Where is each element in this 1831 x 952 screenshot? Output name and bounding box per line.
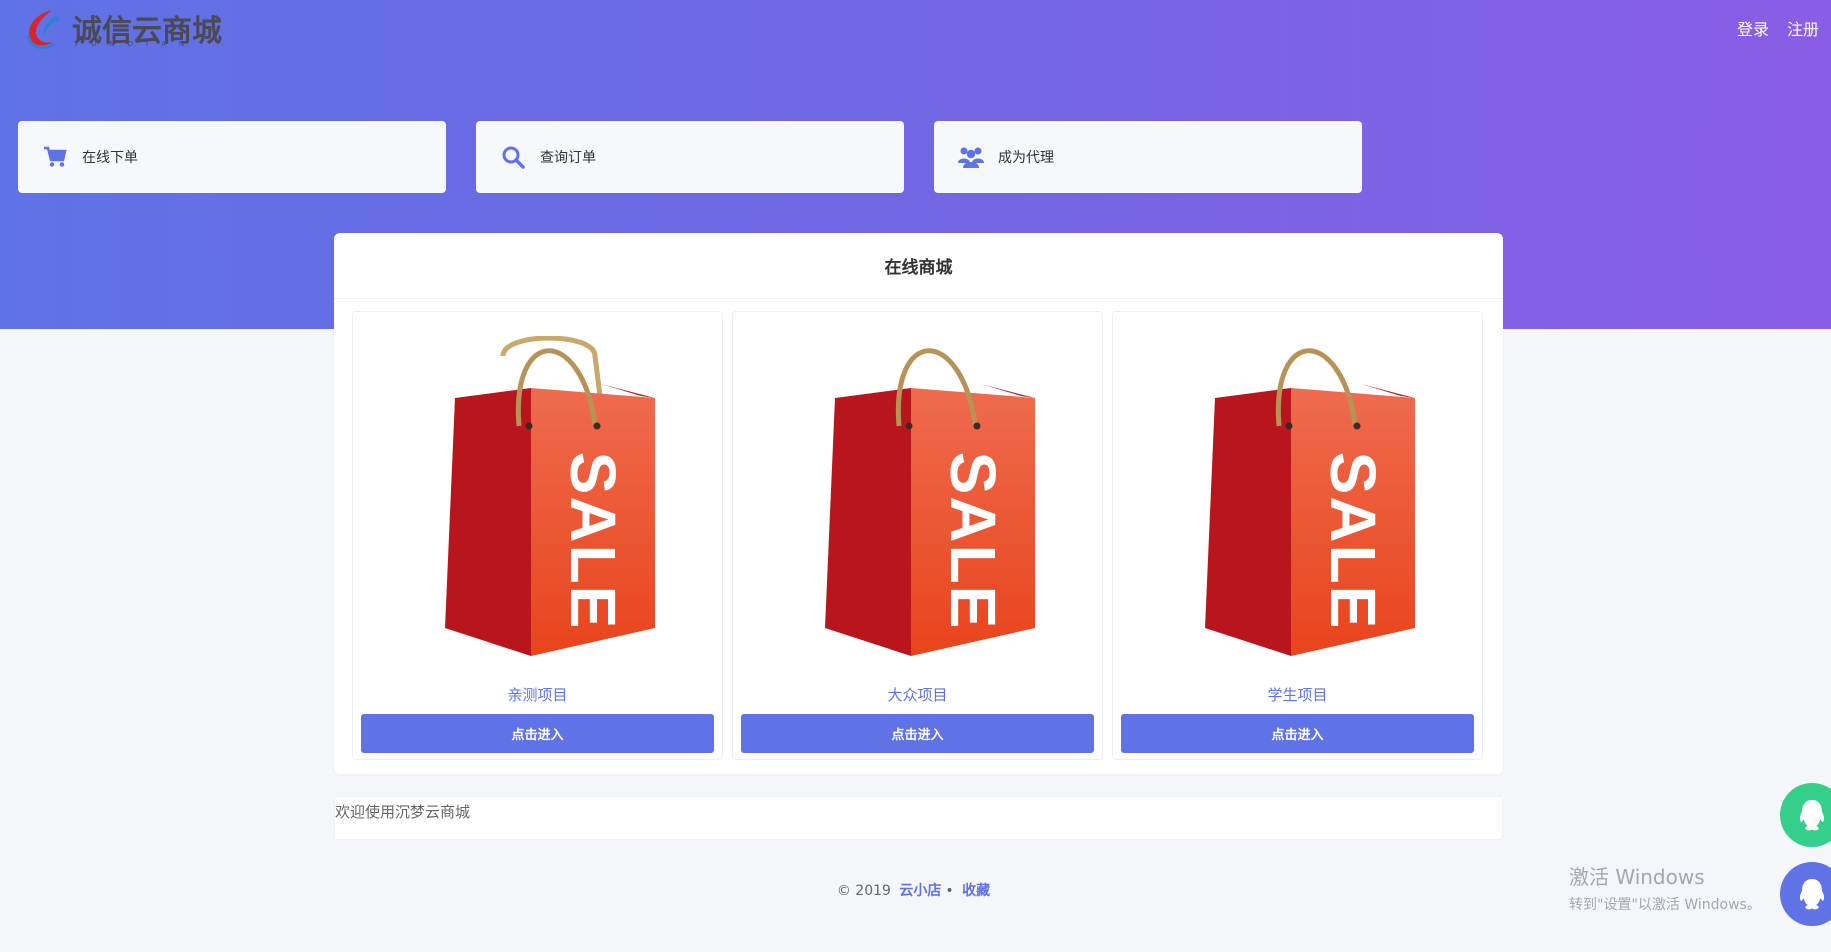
quick-action-label: 成为代理 (998, 150, 1054, 166)
site-logo[interactable]: 诚信云商城 YUNDIAN (22, 4, 222, 50)
windows-activation-watermark: 激活 Windows 转到"设置"以激活 Windows。 (1569, 861, 1761, 914)
enter-button[interactable]: 点击进入 (1121, 714, 1474, 753)
sale-bag-icon[interactable]: SALE (445, 336, 655, 658)
shop-title: 在线商城 (334, 233, 1503, 299)
watermark-subtitle: 转到"设置"以激活 Windows。 (1569, 897, 1761, 913)
register-link[interactable]: 注册 (1787, 16, 1819, 40)
cart-icon (42, 144, 68, 170)
quick-action-query[interactable]: 查询订单 (476, 121, 904, 193)
svg-text:SALE: SALE (1317, 452, 1389, 631)
product-name[interactable]: 大众项目 (733, 684, 1102, 705)
footer: © 2019 云小店 • 收藏 (0, 880, 1831, 900)
qq-icon (1799, 879, 1825, 910)
search-icon (500, 144, 526, 170)
product-name[interactable]: 亲测项目 (353, 684, 722, 705)
footer-separator: • (945, 883, 954, 899)
site-link[interactable]: 云小店 (899, 883, 941, 899)
svg-text:SALE: SALE (937, 452, 1009, 631)
product-card: SALE 大众项目 点击进入 (732, 311, 1103, 760)
users-icon (958, 144, 984, 170)
quick-action-agent[interactable]: 成为代理 (934, 121, 1362, 193)
notice-bar: 欢迎使用沉梦云商城 (334, 796, 1503, 840)
product-card: SALE 学生项目 点击进入 (1112, 311, 1483, 760)
sale-bag-icon[interactable]: SALE (825, 336, 1035, 658)
logo-swoosh-icon (26, 10, 60, 50)
favorite-link[interactable]: 收藏 (962, 883, 990, 899)
qq-float-button[interactable] (1780, 783, 1831, 847)
copyright-text: © 2019 (836, 883, 891, 899)
sale-bag-icon[interactable]: SALE (1205, 336, 1415, 658)
logo-subtext: YUNDIAN (74, 40, 198, 48)
product-list: SALE 亲测项目 点击进入 SALE 大众项目 点击进入 SALE 学生项目 … (352, 311, 1483, 760)
qq-float-button[interactable] (1780, 862, 1831, 926)
svg-text:SALE: SALE (557, 452, 629, 631)
quick-action-order[interactable]: 在线下单 (18, 121, 446, 193)
top-nav: 登录 注册 (1737, 16, 1819, 40)
enter-button[interactable]: 点击进入 (361, 714, 714, 753)
enter-button[interactable]: 点击进入 (741, 714, 1094, 753)
watermark-title: 激活 Windows (1569, 865, 1705, 889)
qq-icon (1799, 800, 1825, 831)
shop-panel: 在线商城 SALE 亲测项目 点击进入 SALE 大众项目 点击进入 SALE … (334, 233, 1503, 774)
login-link[interactable]: 登录 (1737, 16, 1769, 40)
product-name[interactable]: 学生项目 (1113, 684, 1482, 705)
quick-action-label: 查询订单 (540, 150, 596, 166)
product-card: SALE 亲测项目 点击进入 (352, 311, 723, 760)
quick-action-label: 在线下单 (82, 150, 138, 166)
